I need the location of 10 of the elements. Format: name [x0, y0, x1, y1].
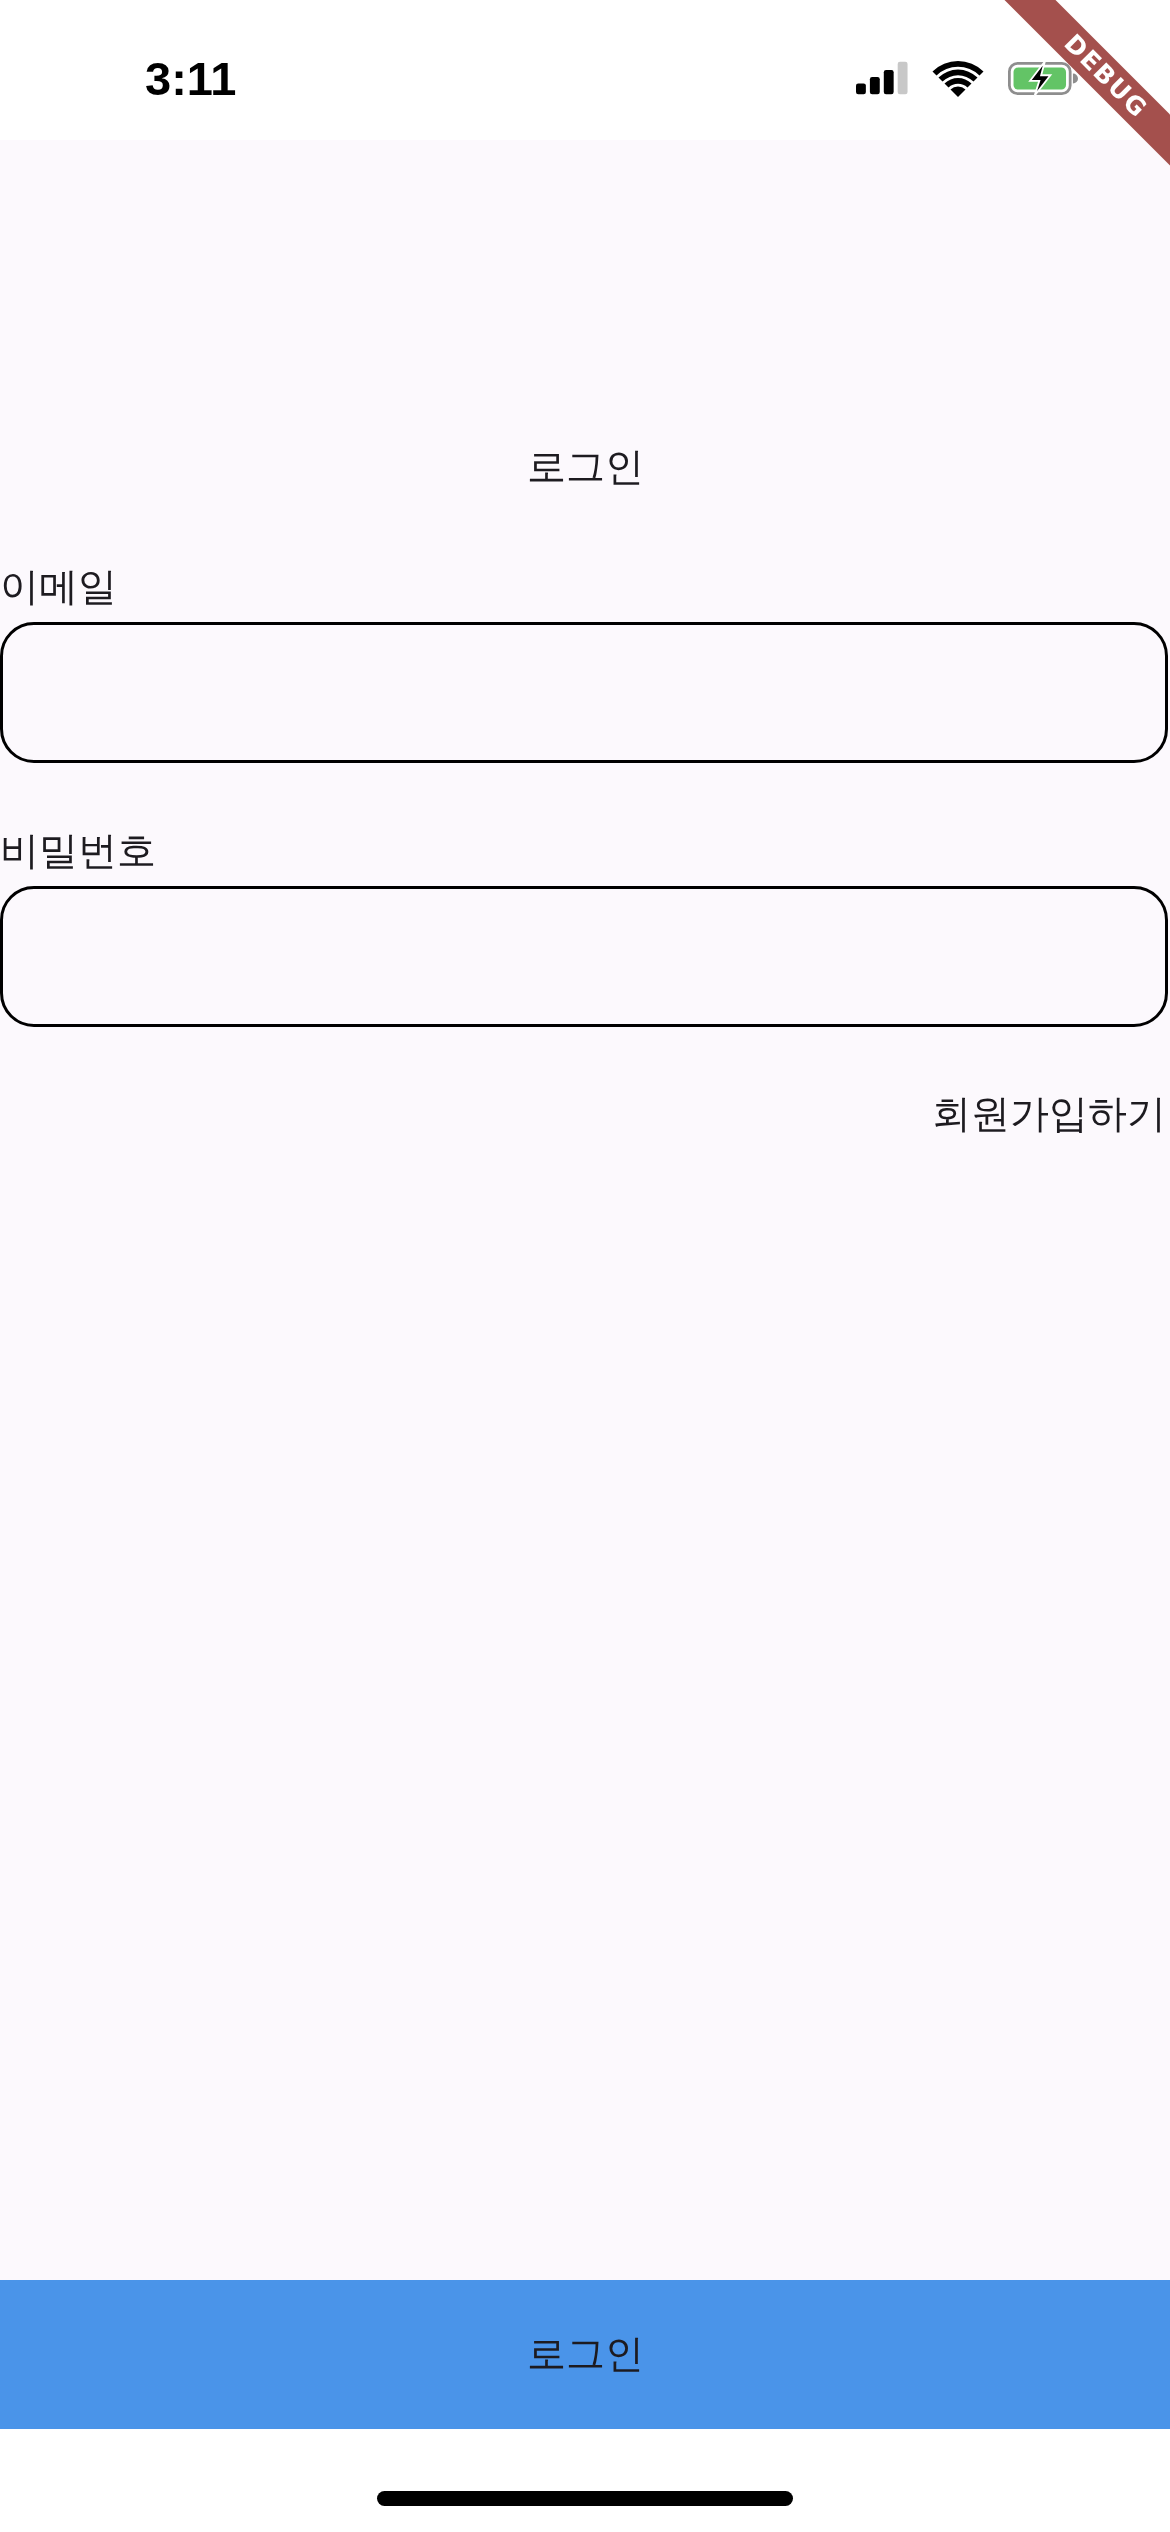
page-title: 로그인	[525, 444, 645, 490]
input-field[interactable]	[0, 886, 1168, 1027]
wifi-icon	[932, 59, 984, 97]
field-label: 이메일	[0, 564, 117, 610]
signup-link[interactable]: 회원가입하기	[932, 1090, 1166, 1138]
login-button[interactable]: 로그인	[0, 2280, 1170, 2429]
field-label: 비밀번호	[0, 828, 156, 874]
input-field[interactable]	[0, 622, 1168, 763]
status-time: 3:11	[145, 54, 237, 102]
signal-icon	[856, 60, 908, 96]
